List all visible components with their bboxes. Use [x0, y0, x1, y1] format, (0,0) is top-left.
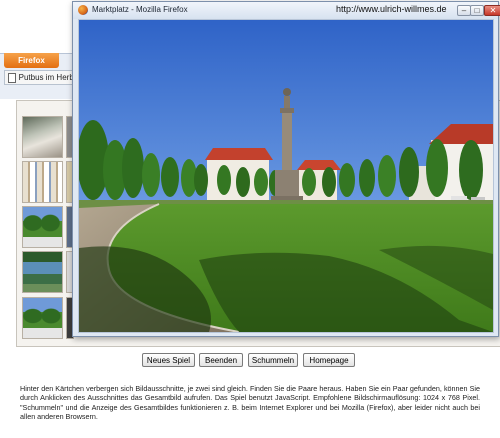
close-icon[interactable]: ✕ [484, 5, 500, 16]
card-tile-trees[interactable] [22, 206, 63, 248]
card-tile-railing[interactable] [22, 116, 63, 158]
tab-favicon-icon [8, 72, 16, 83]
shuffle-button[interactable]: Schummeln [248, 353, 298, 367]
firefox-menu-button[interactable]: Firefox [4, 53, 59, 68]
end-button[interactable]: Beenden [199, 353, 243, 367]
minimize-icon[interactable]: – [457, 5, 471, 16]
popup-titlebar[interactable]: Marktplatz - Mozilla Firefox http://www.… [73, 2, 500, 19]
popup-title: Marktplatz - Mozilla Firefox [92, 5, 188, 14]
new-game-button[interactable]: Neues Spiel [142, 353, 195, 367]
card-tile-trees-2[interactable] [22, 297, 63, 339]
popup-url: http://www.ulrich-willmes.de [336, 4, 447, 14]
firefox-button-label: Firefox [18, 56, 45, 65]
instructions-text: Hinter den Kärtchen verbergen sich Bilda… [20, 384, 480, 421]
card-tile-columns[interactable] [22, 161, 63, 203]
firefox-logo-icon [78, 5, 88, 15]
market-square-photo[interactable] [78, 19, 494, 333]
card-tile-pond[interactable] [22, 251, 63, 293]
browser-tab-label: Putbus im Herbst [18, 73, 80, 82]
popup-window: Marktplatz - Mozilla Firefox http://www.… [72, 1, 500, 337]
homepage-button[interactable]: Homepage [303, 353, 355, 367]
browser-tab[interactable]: Putbus im Herbst [4, 70, 80, 85]
maximize-icon[interactable]: □ [470, 5, 484, 16]
